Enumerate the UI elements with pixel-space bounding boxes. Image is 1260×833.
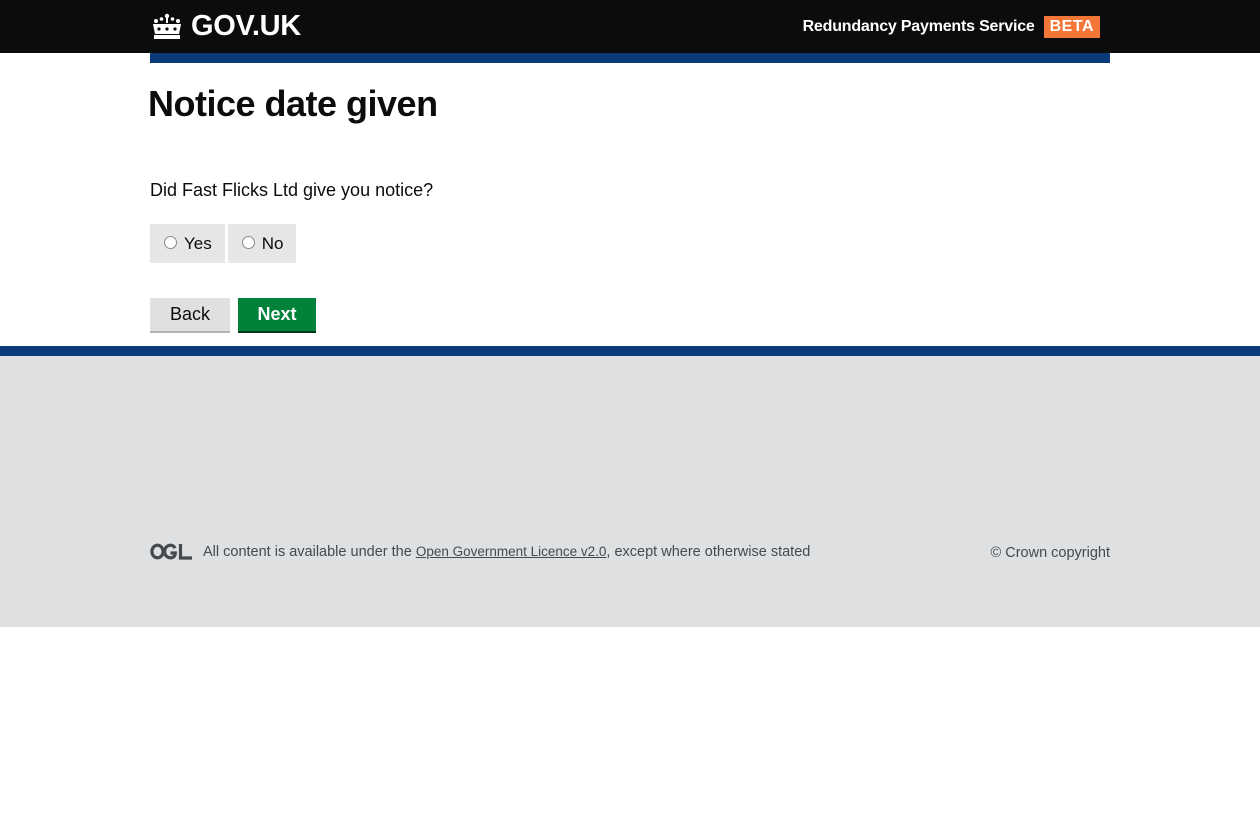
- licence-prefix: All content is available under the: [203, 543, 416, 560]
- service-name-link[interactable]: Redundancy Payments Service: [803, 18, 1035, 36]
- radio-no-label: No: [261, 234, 284, 253]
- radio-option-no[interactable]: No: [227, 224, 297, 263]
- footer-container: All content is available under the Open …: [150, 356, 1110, 627]
- header-service: Redundancy Payments Service BETA: [803, 15, 1100, 38]
- licence-link[interactable]: Open Government Licence v2.0: [416, 544, 607, 559]
- notice-radio-group: Yes No: [150, 224, 299, 263]
- header-container: GOV.UK Redundancy Payments Service BETA: [150, 0, 1110, 53]
- next-button[interactable]: Next: [238, 298, 316, 331]
- licence-text: All content is available under the Open …: [203, 544, 810, 560]
- page-title: Notice date given: [148, 83, 438, 124]
- crown-copyright-link[interactable]: © Crown copyright: [991, 545, 1110, 561]
- form-buttons: Back Next: [150, 298, 316, 331]
- radio-yes-input[interactable]: [164, 235, 177, 249]
- radio-yes-label: Yes: [184, 234, 212, 253]
- main-content: Notice date given Did Fast Flicks Ltd gi…: [148, 63, 1110, 346]
- radio-option-yes[interactable]: Yes: [150, 224, 225, 263]
- licence-suffix: , except where otherwise stated: [606, 543, 811, 560]
- back-button[interactable]: Back: [150, 298, 230, 331]
- header-blue-bar: [150, 53, 1110, 63]
- radio-no-input[interactable]: [241, 235, 255, 249]
- crown-icon: [150, 13, 184, 41]
- global-header: GOV.UK Redundancy Payments Service BETA: [0, 0, 1260, 53]
- licence-row: All content is available under the Open …: [150, 543, 810, 560]
- global-footer: All content is available under the Open …: [0, 346, 1260, 627]
- govuk-logo-text: GOV.UK: [191, 10, 301, 42]
- ogl-logo-icon: [150, 543, 193, 560]
- notice-question: Did Fast Flicks Ltd give you notice?: [150, 180, 434, 200]
- govuk-home-link[interactable]: GOV.UK: [150, 10, 301, 43]
- phase-tag: BETA: [1043, 15, 1100, 38]
